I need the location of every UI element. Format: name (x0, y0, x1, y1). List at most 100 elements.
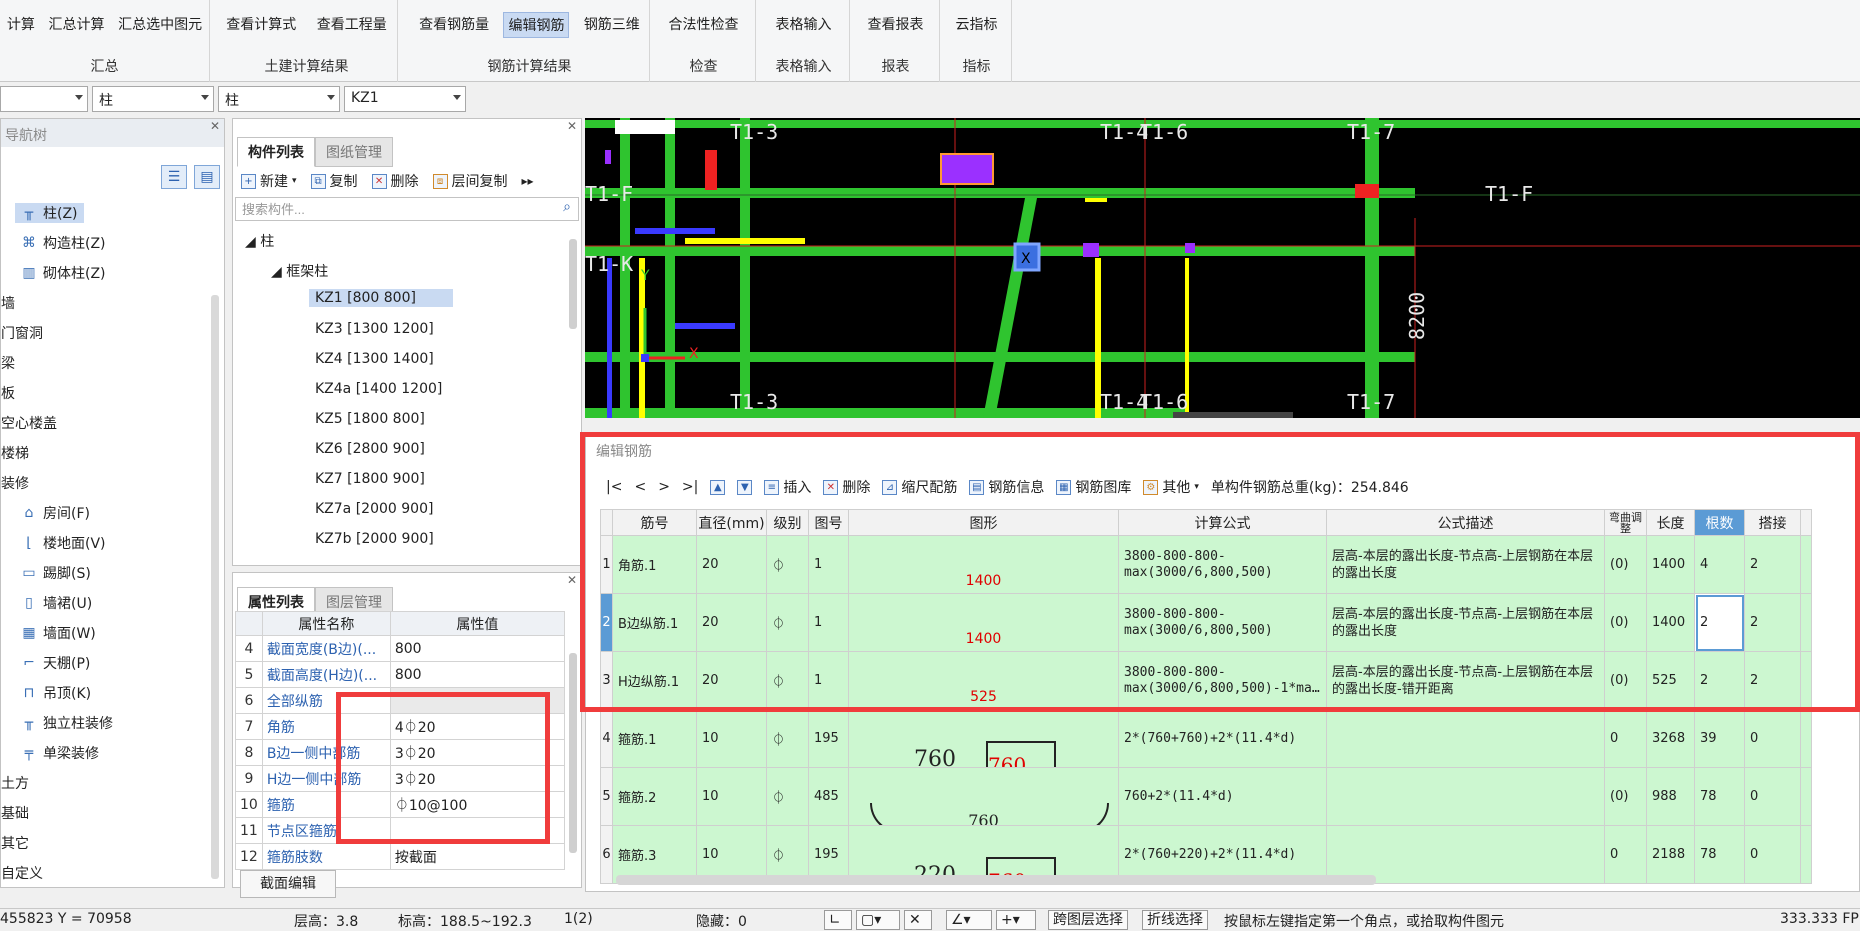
tree-node-frame-column[interactable]: ◢ 框架柱 (271, 261, 328, 281)
rebar-diameter[interactable]: 10 (696, 767, 767, 826)
type-select[interactable]: 柱 (218, 86, 340, 112)
property-scrollbar[interactable] (569, 653, 577, 853)
view-formula-button[interactable]: 查看计算式 (222, 12, 300, 36)
more-icon[interactable]: ▸▸ (522, 174, 534, 188)
rebar-formula[interactable]: 2*(760+760)+2*(11.4*d) (1118, 709, 1327, 768)
property-value[interactable]: ⏀10@100 (389, 791, 566, 818)
collapse-icon[interactable]: ◢ (271, 264, 286, 280)
first-row-button[interactable]: |< (606, 479, 622, 495)
rebar-length[interactable]: 2188 (1646, 825, 1695, 884)
rebar-count[interactable]: 39 (1694, 709, 1745, 768)
rebar-figure-no[interactable]: 195 (808, 709, 849, 768)
nav-item-floor-surface[interactable]: ⌊ 楼地面(V) (21, 533, 105, 553)
rebar-length[interactable]: 1400 (1646, 593, 1695, 652)
rebar-description[interactable]: 层高-本层的露出长度-节点高-上层钢筋在本层的露出长度 (1326, 535, 1605, 594)
nav-item-foundation[interactable]: 基础 (1, 803, 29, 823)
add-point-icon[interactable]: +▾ (996, 910, 1036, 930)
property-row[interactable]: 6 全部纵筋 (235, 687, 566, 714)
rebar-description[interactable]: 层高-本层的露出长度-节点高-上层钢筋在本层的露出长度 (1326, 593, 1605, 652)
nav-item-decoration[interactable]: 装修 (1, 473, 29, 493)
category-select[interactable]: 柱 (92, 86, 214, 112)
property-value[interactable]: 3⏀20 (389, 765, 566, 792)
nav-item-skirting[interactable]: ▭ 踢脚(S) (21, 563, 90, 583)
summary-calc-button[interactable]: 汇总计算 (44, 12, 108, 36)
rebar-bend[interactable]: 0 (1604, 709, 1647, 768)
rebar-shape[interactable]: 1400 (848, 535, 1119, 594)
nav-item-dado[interactable]: ▯ 墙裙(U) (21, 593, 92, 613)
component-item[interactable]: KZ4a [1400 1200] (315, 381, 442, 397)
rebar-lap[interactable]: 0 (1744, 825, 1801, 884)
nav-item-earthwork[interactable]: 土方 (1, 773, 29, 793)
nav-item-wall-surface[interactable]: ▦ 墙面(W) (21, 623, 95, 643)
rebar-count[interactable]: 4 (1694, 535, 1745, 594)
cloud-index-button[interactable]: 云指标 (952, 12, 1002, 36)
rebar-row[interactable]: 3 H边纵筋.1 20 ⏀ 1 525 3800-800-800- max(300… (600, 651, 1812, 710)
property-row[interactable]: 10 箍筋 ⏀10@100 (235, 791, 566, 818)
rebar-description[interactable] (1326, 709, 1605, 768)
nav-item-stairs[interactable]: 楼梯 (1, 443, 29, 463)
detail-view-icon[interactable]: ▤ (194, 165, 220, 189)
nav-item-ceiling[interactable]: ⌐ 天棚(P) (21, 653, 90, 673)
insert-button[interactable]: ≡ 插入 (764, 477, 811, 497)
rebar-grade[interactable]: ⏀ (766, 709, 809, 768)
cross-layer-select-button[interactable]: 跨图层选择 (1048, 910, 1128, 930)
component-item[interactable]: KZ4 [1300 1400] (315, 351, 434, 367)
rebar-lap[interactable]: 2 (1744, 651, 1801, 710)
selected-column-kz[interactable] (940, 153, 994, 185)
rebar-info-button[interactable]: ▤ 钢筋信息 (969, 477, 1044, 497)
collapse-icon[interactable]: ◢ (245, 234, 260, 250)
property-row[interactable]: 4 截面宽度(B边)(... 800 (235, 635, 566, 662)
view-quantity-button[interactable]: 查看工程量 (313, 12, 391, 36)
rebar-formula[interactable]: 3800-800-800- max(3000/6,800,500)-1*ma… (1118, 651, 1327, 710)
rebar-grade[interactable]: ⏀ (766, 651, 809, 710)
copy-button[interactable]: ⧉ 复制 (310, 171, 358, 191)
nav-item-suspended-ceiling[interactable]: ⊓ 吊顶(K) (21, 683, 92, 703)
scale-rebar-button[interactable]: ⊿ 缩尺配筋 (882, 477, 957, 497)
property-value[interactable]: 3⏀20 (389, 739, 566, 766)
ortho-icon[interactable]: ∟ (824, 910, 852, 930)
component-item[interactable]: KZ6 [2800 900] (315, 441, 425, 457)
rebar-diameter[interactable]: 20 (696, 593, 767, 652)
nav-item-hollow-floor[interactable]: 空心楼盖 (1, 413, 57, 433)
rebar-grade[interactable]: ⏀ (766, 767, 809, 826)
rebar-count-selected[interactable]: 2 (1694, 593, 1745, 652)
select-mode-icon[interactable]: ▢▾ (856, 910, 900, 930)
property-row[interactable]: 11 节点区箍筋 (235, 817, 566, 844)
close-icon[interactable]: ✕ (210, 119, 220, 133)
snap-icon[interactable]: ∠▾ (946, 910, 992, 930)
rebar-row[interactable]: 1 角筋.1 20 ⏀ 1 1400 3800-800-800- max(3000… (600, 535, 1812, 594)
rebar-count[interactable]: 2 (1694, 651, 1745, 710)
rebar-row[interactable]: 5 箍筋.2 10 ⏀ 485 760 760+2*(11.4*d) (0) 9… (600, 767, 1812, 826)
delete-button[interactable]: ✕ 删除 (371, 171, 419, 191)
search-icon[interactable]: ⌕ (563, 199, 571, 215)
rebar-delete-button[interactable]: ✕ 删除 (823, 477, 870, 497)
nav-item-beam-decoration[interactable]: ╤ 单梁装修 (21, 743, 99, 763)
property-value[interactable]: 800 (389, 661, 566, 688)
rebar-name[interactable]: 箍筋.1 (612, 709, 697, 768)
rebar-shape[interactable]: 760 760 (848, 709, 1119, 768)
rebar-bend[interactable]: (0) (1604, 767, 1647, 826)
property-value[interactable]: 按截面 (389, 843, 566, 870)
rebar-bend[interactable]: (0) (1604, 651, 1647, 710)
nav-item-custom[interactable]: 自定义 (1, 863, 43, 883)
last-row-button[interactable]: >| (682, 479, 698, 495)
tab-component-list[interactable]: 构件列表 (237, 137, 315, 167)
rebar-grade[interactable]: ⏀ (766, 535, 809, 594)
cross-icon[interactable]: ✕ (904, 910, 932, 930)
nav-item-column[interactable]: ╥ 柱(Z) (15, 203, 84, 223)
rebar-diameter[interactable]: 20 (696, 651, 767, 710)
property-value[interactable] (389, 687, 566, 714)
rebar-formula[interactable]: 3800-800-800- max(3000/6,800,500) (1118, 535, 1327, 594)
component-item[interactable]: KZ5 [1800 800] (315, 411, 425, 427)
move-down-icon[interactable]: ▼ (737, 479, 753, 495)
component-search-input[interactable] (235, 197, 579, 221)
property-row[interactable]: 7 角筋 4⏀20 (235, 713, 566, 740)
tree-node-column[interactable]: ◢ 柱 (245, 231, 274, 251)
rebar-bend[interactable]: 0 (1604, 825, 1647, 884)
component-item[interactable]: KZ7a [2000 900] (315, 501, 433, 517)
rebar-formula[interactable]: 3800-800-800- max(3000/6,800,500) (1118, 593, 1327, 652)
rebar-figure-no[interactable]: 1 (808, 535, 849, 594)
rebar-bend[interactable]: (0) (1604, 593, 1647, 652)
property-row[interactable]: 8 B边一侧中部筋 3⏀20 (235, 739, 566, 766)
summary-selected-button[interactable]: 汇总选中图元 (114, 12, 206, 36)
